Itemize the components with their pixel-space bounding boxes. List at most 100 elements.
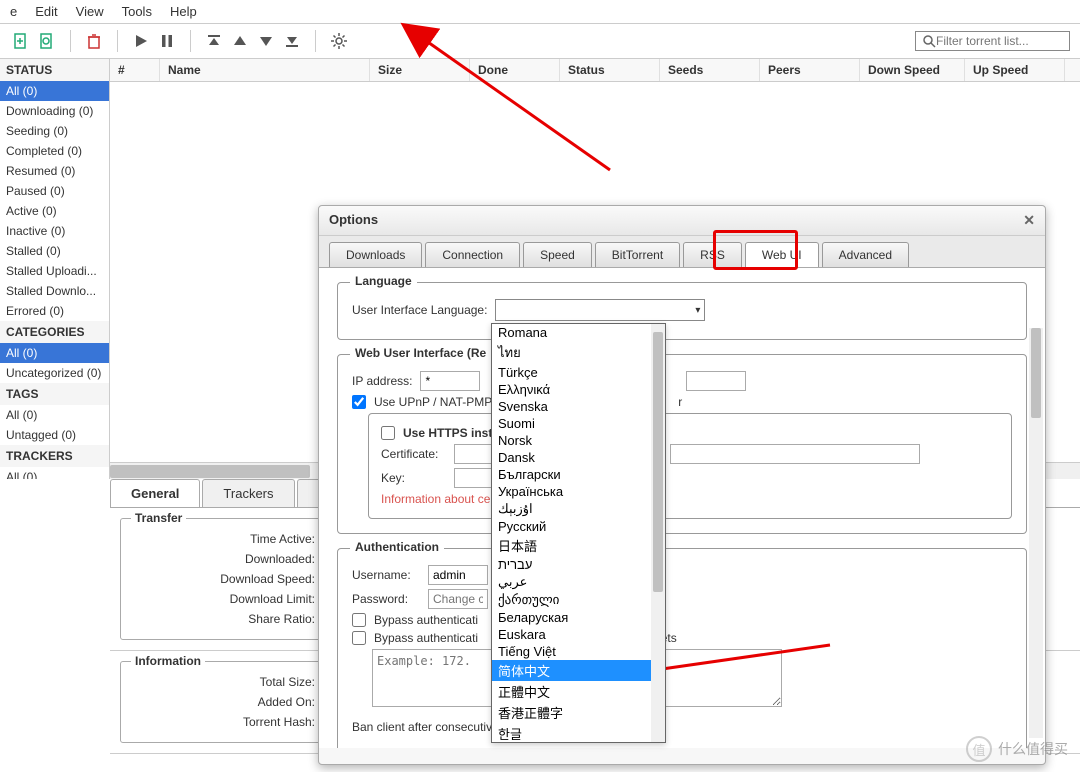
key-label: Key: — [381, 471, 446, 485]
language-option[interactable]: Tiếng Việt — [492, 643, 665, 660]
dialog-tab-advanced[interactable]: Advanced — [822, 242, 909, 267]
language-option[interactable]: Dansk — [492, 449, 665, 466]
sidebar-item[interactable]: Downloading (0) — [0, 101, 109, 121]
https-label: Use HTTPS inste — [403, 426, 499, 440]
webui-legend: Web User Interface (Re — [350, 346, 491, 360]
language-option[interactable]: 한글 — [492, 723, 665, 743]
language-option[interactable]: Українська — [492, 483, 665, 500]
column-header[interactable]: Seeds — [660, 59, 760, 81]
sidebar-item[interactable]: Errored (0) — [0, 301, 109, 321]
language-option[interactable]: Български — [492, 466, 665, 483]
menu-item[interactable]: View — [76, 4, 104, 19]
language-option[interactable]: 简体中文 — [492, 660, 665, 681]
language-option[interactable]: Norsk — [492, 432, 665, 449]
pause-icon[interactable] — [156, 30, 178, 52]
dialog-tab-web-ui[interactable]: Web UI — [745, 242, 819, 267]
bypass-subnet-checkbox[interactable] — [352, 631, 366, 645]
sidebar-item[interactable]: Stalled Downlo... — [0, 281, 109, 301]
detail-tab[interactable]: Trackers — [202, 479, 294, 507]
dialog-tab-rss[interactable]: RSS — [683, 242, 742, 267]
username-input[interactable] — [428, 565, 488, 585]
options-dialog: Options ✕ DownloadsConnectionSpeedBitTor… — [318, 205, 1046, 765]
sidebar-item[interactable]: Paused (0) — [0, 181, 109, 201]
language-option[interactable]: Suomi — [492, 415, 665, 432]
dialog-titlebar[interactable]: Options ✕ — [319, 206, 1045, 236]
menu-item[interactable]: e — [10, 4, 17, 19]
language-option[interactable]: اۇزبېك — [492, 500, 665, 518]
delete-icon[interactable] — [83, 30, 105, 52]
menu-item[interactable]: Help — [170, 4, 197, 19]
sidebar-item[interactable]: Resumed (0) — [0, 161, 109, 181]
settings-icon[interactable] — [328, 30, 350, 52]
language-option[interactable]: Ελληνικά — [492, 381, 665, 398]
dialog-tab-speed[interactable]: Speed — [523, 242, 592, 267]
dialog-tab-bittorrent[interactable]: BitTorrent — [595, 242, 680, 267]
dialog-title-text: Options — [329, 212, 378, 229]
sidebar-item[interactable]: All (0) — [0, 405, 109, 425]
add-file-icon[interactable] — [10, 30, 32, 52]
language-dropdown[interactable]: RomanaไทยTürkçeΕλληνικάSvenskaSuomiNorsk… — [491, 323, 666, 743]
play-icon[interactable] — [130, 30, 152, 52]
sidebar-item[interactable]: Stalled (0) — [0, 241, 109, 261]
sidebar-item[interactable]: Stalled Uploadi... — [0, 261, 109, 281]
menu-item[interactable]: Edit — [35, 4, 57, 19]
key-input[interactable] — [454, 468, 494, 488]
sidebar-item[interactable]: All (0) — [0, 343, 109, 363]
sidebar-item[interactable]: Active (0) — [0, 201, 109, 221]
add-link-icon[interactable] — [36, 30, 58, 52]
move-down-icon[interactable] — [255, 30, 277, 52]
dialog-scrollbar[interactable] — [1029, 328, 1043, 738]
language-option[interactable]: Русский — [492, 518, 665, 535]
bypass-localhost-checkbox[interactable] — [352, 613, 366, 627]
cert-info-link[interactable]: Information about certi — [381, 492, 500, 506]
language-option[interactable]: Svenska — [492, 398, 665, 415]
language-select[interactable] — [495, 299, 705, 321]
language-option[interactable]: Euskara — [492, 626, 665, 643]
language-option[interactable]: 日本語 — [492, 535, 665, 556]
password-input[interactable] — [428, 589, 488, 609]
search-box[interactable] — [915, 31, 1070, 51]
column-header[interactable]: Name — [160, 59, 370, 81]
search-input[interactable] — [936, 34, 1056, 48]
https-checkbox[interactable] — [381, 426, 395, 440]
column-header[interactable]: # — [110, 59, 160, 81]
sidebar-item[interactable]: Inactive (0) — [0, 221, 109, 241]
menu-item[interactable]: Tools — [122, 4, 152, 19]
sidebar-item[interactable]: All (0) — [0, 467, 109, 479]
dropdown-scrollbar[interactable] — [651, 324, 665, 742]
language-option[interactable]: 正體中文 — [492, 681, 665, 702]
ip-input[interactable] — [420, 371, 480, 391]
sidebar-item[interactable]: All (0) — [0, 81, 109, 101]
port-input[interactable] — [686, 371, 746, 391]
cert-path-input[interactable] — [670, 444, 920, 464]
language-option[interactable]: عربي — [492, 573, 665, 591]
column-header[interactable]: Up Speed — [965, 59, 1065, 81]
column-header[interactable]: Down Speed — [860, 59, 965, 81]
language-option[interactable]: Беларуская — [492, 609, 665, 626]
bypass-localhost-label: Bypass authenticati — [374, 613, 478, 627]
dialog-tab-connection[interactable]: Connection — [425, 242, 520, 267]
upnp-checkbox[interactable] — [352, 395, 366, 409]
move-top-icon[interactable] — [203, 30, 225, 52]
move-up-icon[interactable] — [229, 30, 251, 52]
cert-input[interactable] — [454, 444, 494, 464]
dialog-tab-downloads[interactable]: Downloads — [329, 242, 422, 267]
language-option[interactable]: ไทย — [492, 341, 665, 364]
detail-tab[interactable]: General — [110, 479, 200, 507]
sidebar-item[interactable]: Uncategorized (0) — [0, 363, 109, 383]
sidebar-item[interactable]: Untagged (0) — [0, 425, 109, 445]
language-option[interactable]: Türkçe — [492, 364, 665, 381]
column-header[interactable]: Size — [370, 59, 470, 81]
sidebar-item[interactable]: Seeding (0) — [0, 121, 109, 141]
language-option[interactable]: 香港正體字 — [492, 702, 665, 723]
language-option[interactable]: עברית — [492, 556, 665, 573]
column-header[interactable]: Peers — [760, 59, 860, 81]
language-option[interactable]: Romana — [492, 324, 665, 341]
close-icon[interactable]: ✕ — [1023, 212, 1035, 229]
password-label: Password: — [352, 592, 420, 606]
column-header[interactable]: Done — [470, 59, 560, 81]
move-bottom-icon[interactable] — [281, 30, 303, 52]
language-option[interactable]: ქართული — [492, 591, 665, 609]
column-header[interactable]: Status — [560, 59, 660, 81]
sidebar-item[interactable]: Completed (0) — [0, 141, 109, 161]
